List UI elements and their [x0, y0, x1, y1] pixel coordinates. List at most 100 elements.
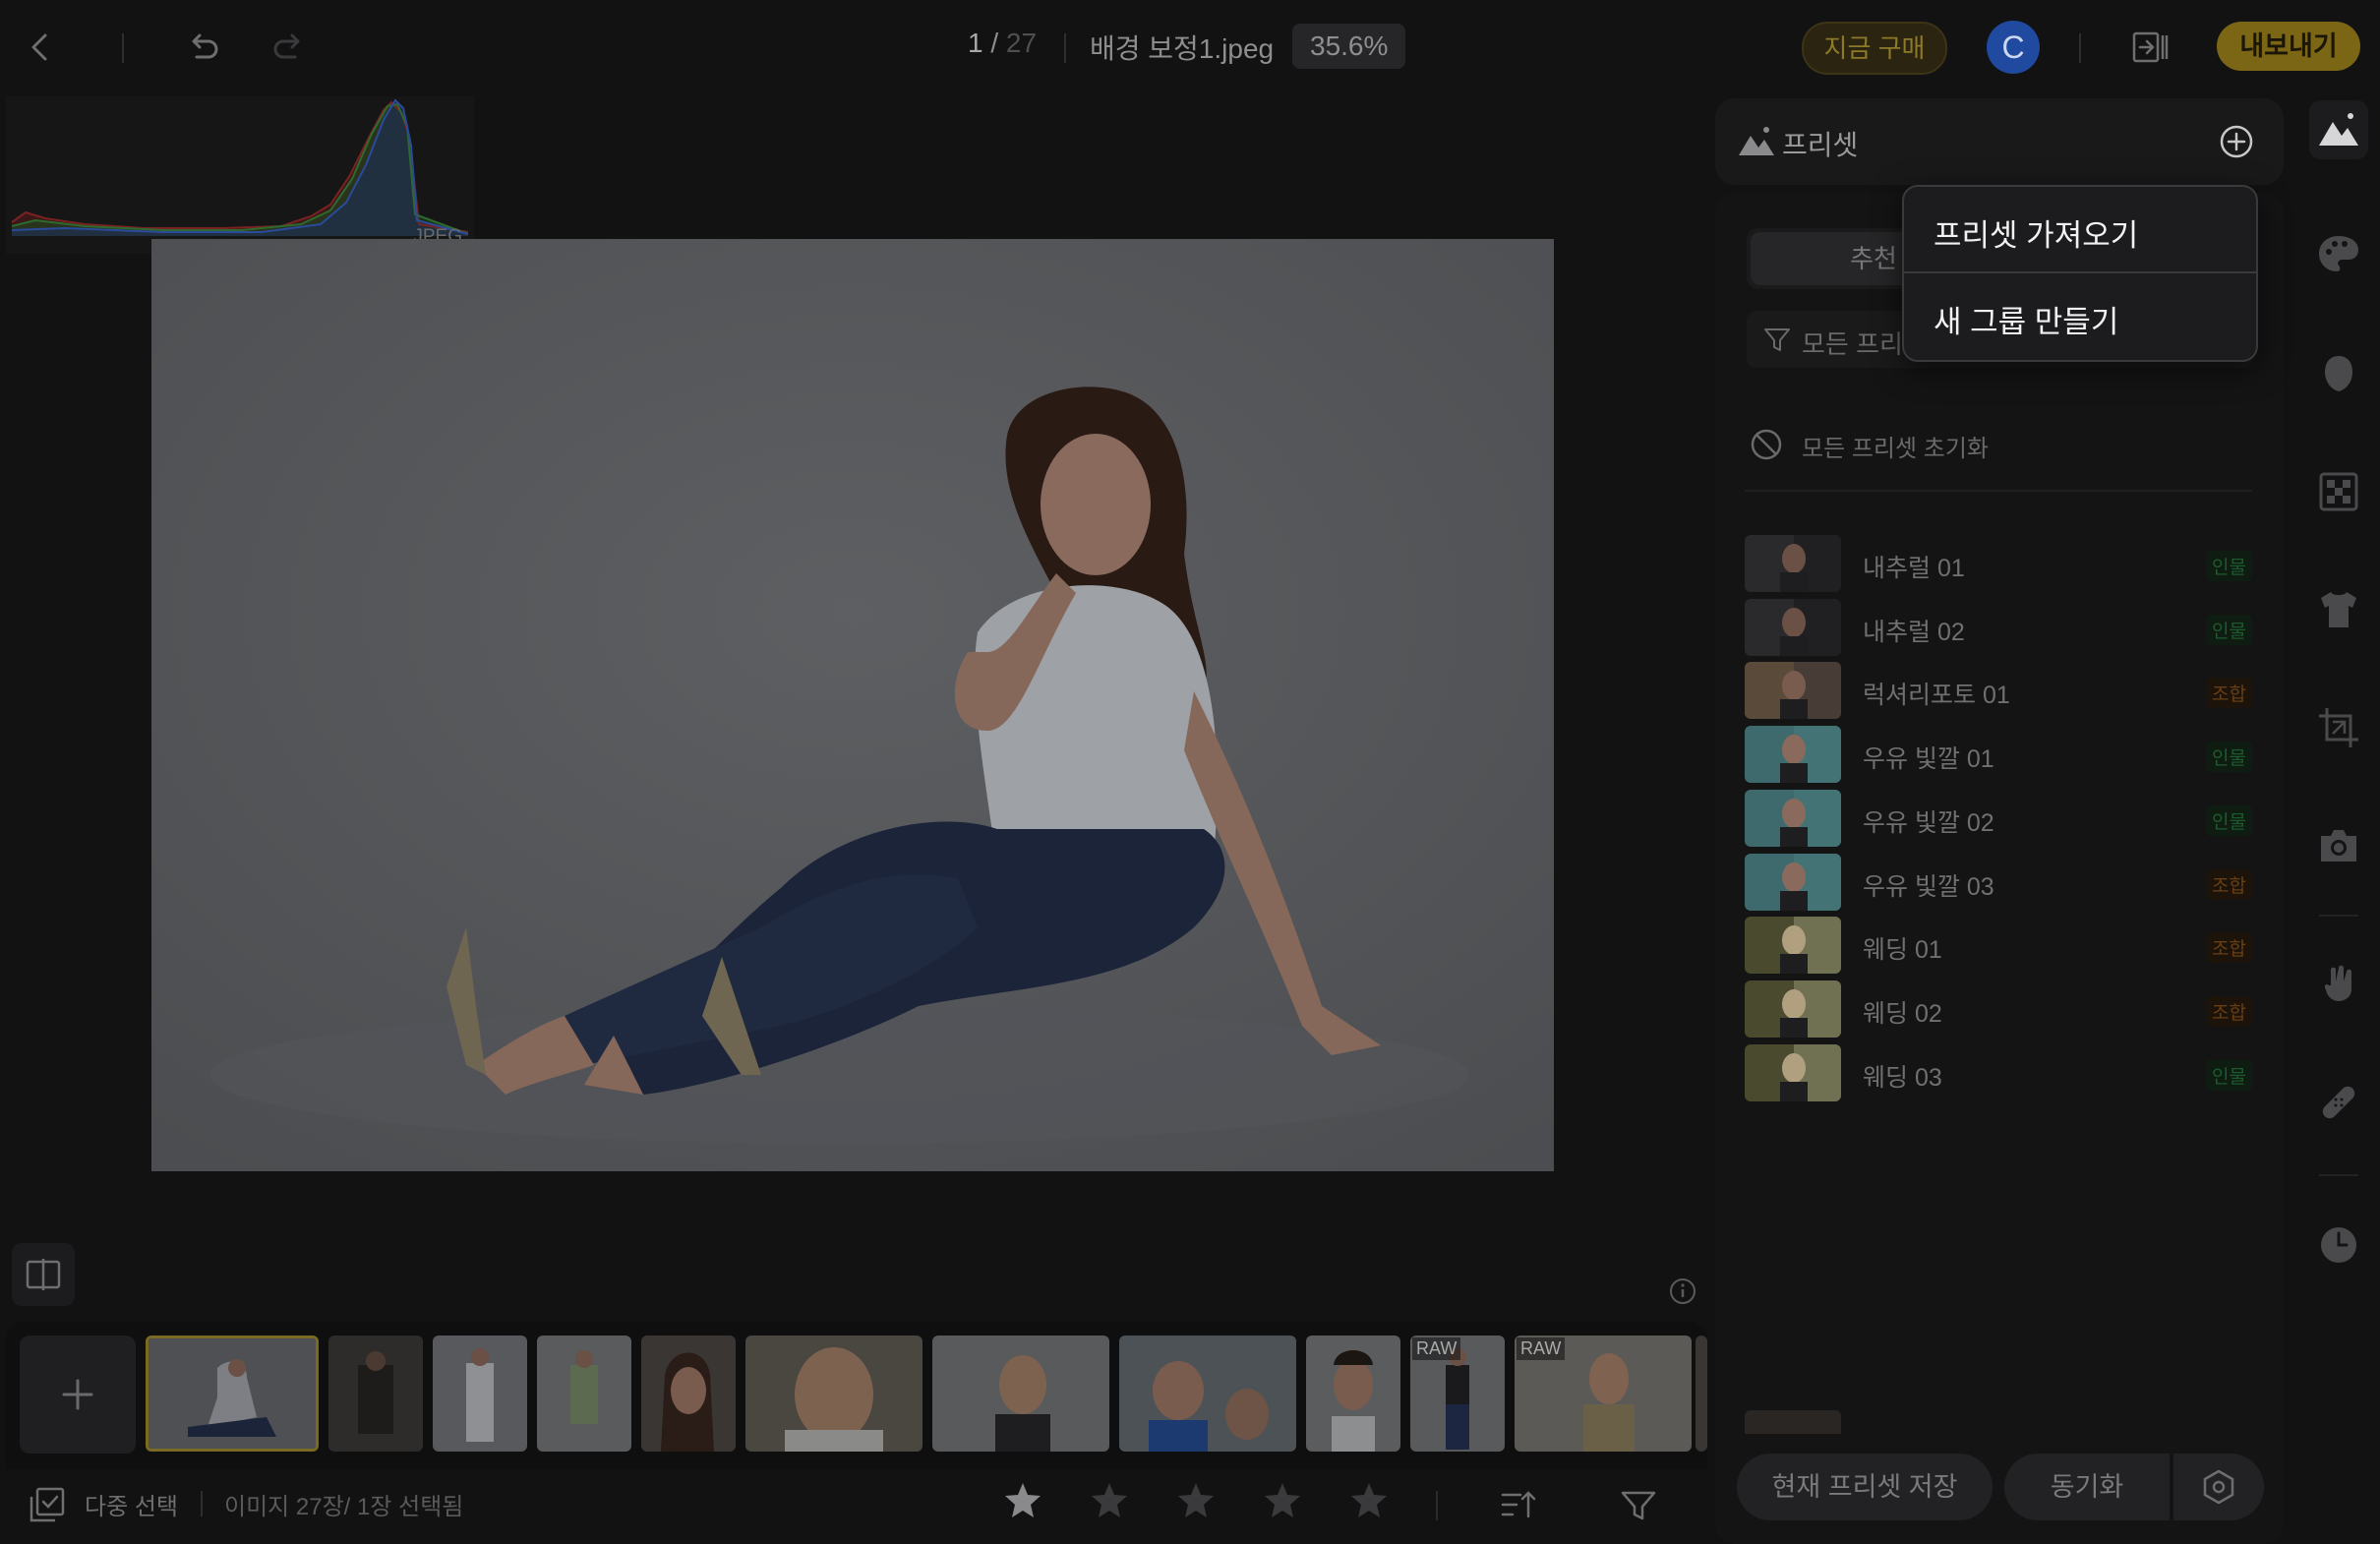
plus-icon: [62, 1379, 93, 1410]
camera-icon: [2321, 830, 2356, 861]
multi-select-label[interactable]: 다중 선택: [85, 1487, 178, 1521]
redo-icon[interactable]: [264, 22, 315, 73]
preset-thumbnail: [1745, 535, 1841, 592]
divider: [1064, 33, 1066, 63]
thumbnail[interactable]: [1306, 1336, 1400, 1452]
history-tool[interactable]: [2309, 1216, 2368, 1275]
menu-item-import-preset[interactable]: 프리셋 가져오기: [1904, 187, 2256, 271]
page-total: 27: [1005, 28, 1038, 58]
menu-item-label: 프리셋 가져오기: [1934, 218, 2139, 253]
filter-icon: [1764, 328, 1790, 351]
star-icon[interactable]: [1261, 1479, 1304, 1522]
photo-canvas[interactable]: [151, 239, 1554, 1171]
export-button[interactable]: 내보내기: [2217, 22, 2360, 71]
preset-name: 우유 빛깔 03: [1863, 872, 1994, 901]
back-arrow-icon[interactable]: [16, 22, 67, 73]
menu-item-label: 새 그룹 만들기: [1934, 305, 2119, 339]
thumbnail[interactable]: [1119, 1336, 1296, 1452]
divider: [2079, 33, 2081, 63]
preset-item[interactable]: 웨딩 03 인물: [1745, 1043, 2252, 1105]
face-tool[interactable]: [2309, 344, 2368, 403]
divider: [201, 1491, 203, 1516]
preset-tool[interactable]: [2309, 100, 2368, 159]
menu-item-new-group[interactable]: 새 그룹 만들기: [1904, 273, 2256, 358]
multi-select-icon[interactable]: [28, 1485, 67, 1524]
file-name: 배경 보정1.jpeg: [1090, 33, 1275, 64]
clothing-tool[interactable]: [2309, 580, 2368, 639]
preset-name: 럭셔리포토 01: [1863, 682, 2010, 710]
star-icon[interactable]: [1088, 1479, 1131, 1522]
thumbnail[interactable]: [433, 1336, 527, 1452]
thumbnail[interactable]: RAW: [1410, 1336, 1505, 1452]
preset-category-tag: 조합: [2206, 995, 2252, 1027]
preset-item[interactable]: 웨딩 02 조합: [1745, 980, 2252, 1041]
compare-view-button[interactable]: [12, 1243, 75, 1306]
avatar[interactable]: C: [1987, 21, 2040, 74]
raw-tag: RAW: [1412, 1337, 1461, 1360]
star-icon[interactable]: [1174, 1479, 1218, 1522]
preset-name: 우유 빛깔 02: [1863, 808, 1994, 837]
sync-settings-button[interactable]: [2173, 1454, 2264, 1520]
thumbnail[interactable]: [537, 1336, 631, 1452]
reset-all-presets[interactable]: 모든 프리셋 초기화: [1745, 417, 2256, 472]
star-icon-filled[interactable]: [1001, 1479, 1044, 1522]
sync-button[interactable]: 동기화: [2004, 1454, 2170, 1520]
preset-add-menu: 프리셋 가져오기 새 그룹 만들기: [1902, 185, 2258, 362]
hand-touch-icon: [2324, 965, 2351, 1001]
filter-icon[interactable]: [1619, 1485, 1658, 1524]
preset-item[interactable]: 우유 빛깔 01 인물: [1745, 726, 2252, 787]
divider: [1436, 1491, 1438, 1520]
zoom-level[interactable]: 35.6%: [1292, 24, 1406, 69]
add-photo-button[interactable]: [20, 1336, 136, 1454]
thumbnail[interactable]: RAW: [1515, 1336, 1692, 1452]
undo-icon[interactable]: [177, 22, 228, 73]
face-icon: [2325, 356, 2352, 391]
raw-tag: RAW: [1517, 1337, 1566, 1360]
panel-footer: 현재 프리셋 저장 동기화: [1715, 1434, 2284, 1544]
preset-thumbnail: [1745, 853, 1841, 911]
divider: [122, 33, 124, 63]
star-icon[interactable]: [1347, 1479, 1391, 1522]
bottom-bar: 다중 선택 이미지 27장/ 1장 선택됨: [0, 1469, 1711, 1544]
preset-category-tag: 조합: [2206, 678, 2252, 709]
preset-item[interactable]: 내추럴 01 인물: [1745, 535, 2252, 596]
preset-name: 웨딩 01: [1863, 936, 1942, 965]
preset-item[interactable]: 웨딩 01 조합: [1745, 917, 2252, 978]
thumbnail[interactable]: [641, 1336, 736, 1452]
background-tool[interactable]: [2309, 462, 2368, 521]
panel-title: 프리셋: [1782, 130, 1859, 160]
preset-item[interactable]: 럭셔리포토 01 조합: [1745, 662, 2252, 723]
preset-panel: 추천 모든 프리셋 모든 프리셋 초기화 내추럴 01 인물 내추럴 02 인물 럭셔리…: [1715, 193, 2284, 1544]
preset-thumbnail: [1745, 598, 1841, 656]
info-icon[interactable]: [1668, 1277, 1697, 1306]
save-current-preset-button[interactable]: 현재 프리셋 저장: [1737, 1454, 1993, 1520]
preset-name: 내추럴 02: [1863, 618, 1965, 646]
crop-icon: [2319, 708, 2358, 747]
checkerboard-icon: [2319, 472, 2358, 511]
manual-edit-tool[interactable]: [2309, 954, 2368, 1013]
preset-item[interactable]: 내추럴 02 인물: [1745, 598, 2252, 660]
preset-category-tag: 조합: [2206, 868, 2252, 900]
camera-tool[interactable]: [2309, 816, 2368, 875]
preset-category-tag: 인물: [2206, 551, 2252, 581]
buy-now-button[interactable]: 지금 구매: [1802, 22, 1947, 75]
image-count: 이미지 27장/ 1장 선택됨: [224, 1494, 464, 1520]
thumbnail[interactable]: [745, 1336, 922, 1452]
thumbnail-selected[interactable]: [146, 1336, 319, 1452]
thumbnail[interactable]: [932, 1336, 1109, 1452]
preset-thumbnail: [1745, 980, 1841, 1038]
preset-item[interactable]: 우유 빛깔 02 인물: [1745, 789, 2252, 851]
histogram: JPEG: [6, 96, 474, 254]
collapse-panel-icon[interactable]: [2124, 22, 2175, 73]
color-tool[interactable]: [2309, 224, 2368, 283]
preset-name: 내추럴 01: [1863, 555, 1965, 582]
prohibited-icon: [1751, 429, 1782, 460]
thumbnail[interactable]: [328, 1336, 423, 1452]
add-circle-icon[interactable]: [2217, 122, 2256, 161]
thumbnail-partial[interactable]: [1696, 1336, 1707, 1452]
sort-icon[interactable]: [1499, 1485, 1538, 1524]
crop-tool[interactable]: [2309, 698, 2368, 757]
heal-tool[interactable]: [2309, 1072, 2368, 1131]
preset-item[interactable]: 우유 빛깔 03 조합: [1745, 853, 2252, 915]
preset-thumbnail: [1745, 1043, 1841, 1101]
